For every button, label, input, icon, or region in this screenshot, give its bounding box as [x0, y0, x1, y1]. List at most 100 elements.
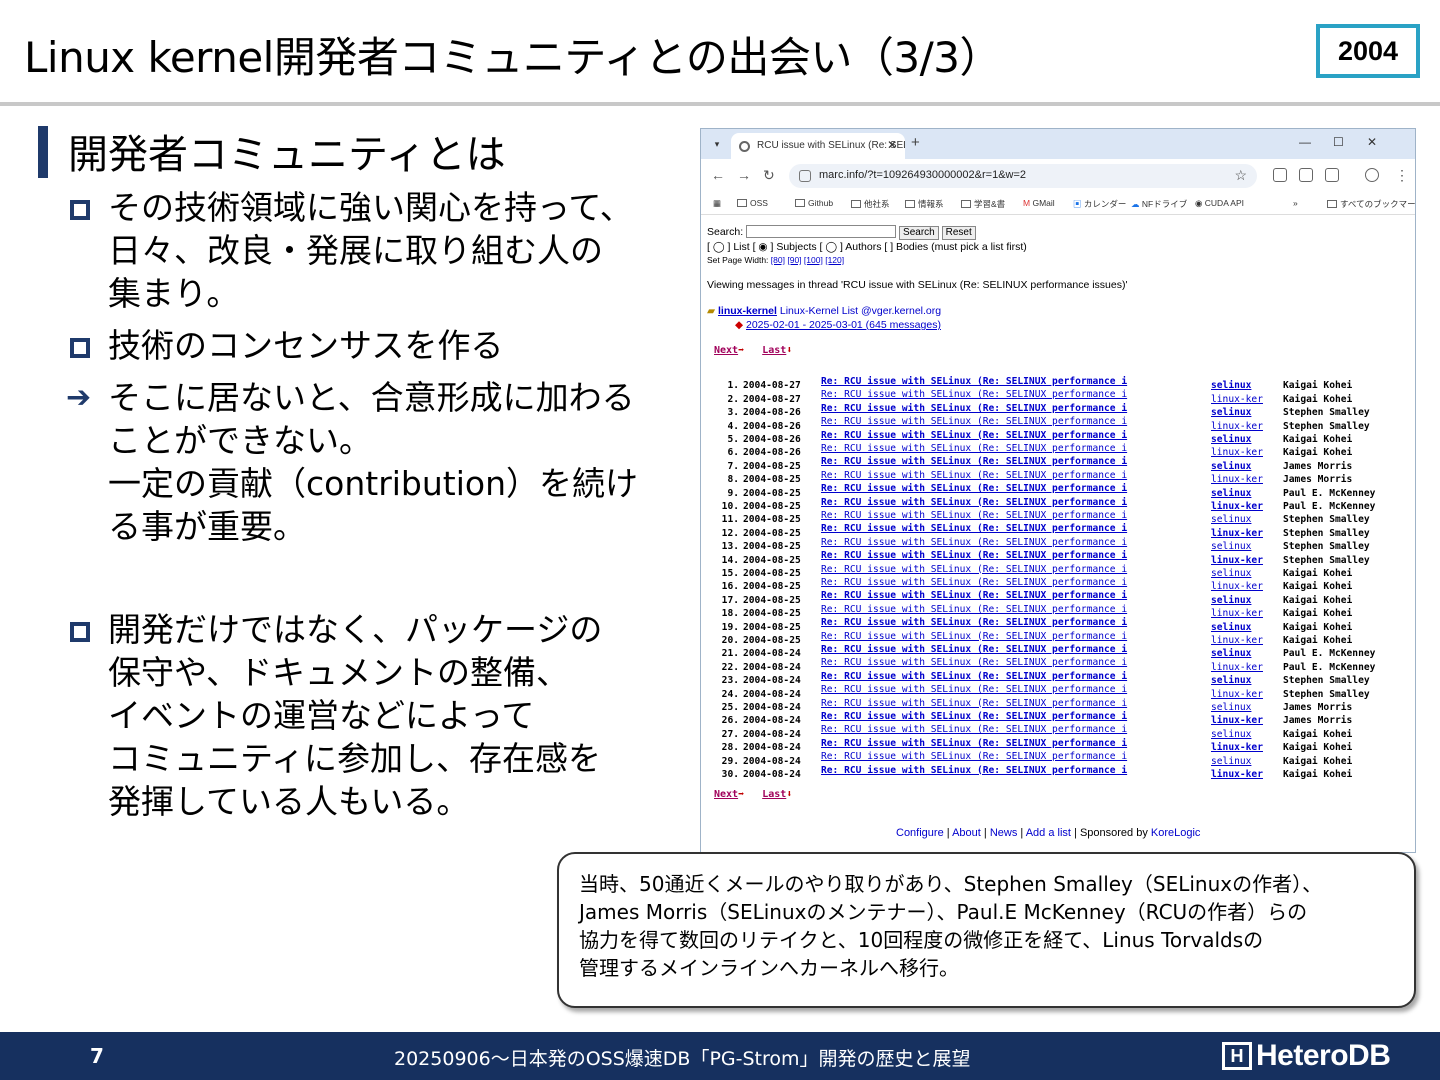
bullet-1: その技術領域に強い関心を持って、 日々、改良・発展に取り組む人の 集まり。 [108, 186, 633, 315]
title-divider [0, 102, 1440, 106]
bookmark-folder-3[interactable]: 他社系 [851, 198, 890, 210]
message-subject-link[interactable]: Re: RCU issue with SELinux (Re: SELINUX … [821, 723, 1211, 736]
reset-button[interactable]: Reset [941, 226, 976, 240]
bullet-3-line-1: そこに居ないと、合意形成に加わる [108, 378, 635, 417]
message-row: 25. 2004-08-24 Re: RCU issue with SELinux … [715, 697, 1403, 713]
message-subject-link[interactable]: Re: RCU issue with SELinux (Re: SELINUX … [821, 750, 1211, 763]
add-list-link[interactable]: Add a list [1026, 827, 1071, 839]
footer-title: 20250906～日本発のOSS爆速DB「PG-Strom」開発の歴史と展望 [394, 1048, 971, 1070]
message-subject-link[interactable]: Re: RCU issue with SELinux (Re: SELINUX … [821, 429, 1211, 442]
message-subject-link[interactable]: Re: RCU issue with SELinux (Re: SELINUX … [821, 630, 1211, 643]
browser-tab[interactable]: RCU issue with SELinux (Re: SELIN ✕ [731, 133, 905, 159]
bookmark-github[interactable]: Github [795, 198, 833, 208]
message-row: 22. 2004-08-24 Re: RCU issue with SELinux … [715, 656, 1403, 672]
list-name-link[interactable]: linux-kernel [718, 305, 777, 317]
next-link[interactable]: Next [714, 345, 738, 356]
message-subject-link[interactable]: Re: RCU issue with SELinux (Re: SELINUX … [821, 764, 1211, 777]
menu-kebab-icon[interactable]: ⋮ [1395, 167, 1409, 184]
message-subject-link[interactable]: Re: RCU issue with SELinux (Re: SELINUX … [821, 442, 1211, 455]
message-number: 30. [721, 769, 739, 780]
extension-icon[interactable] [1299, 168, 1313, 182]
configure-link[interactable]: Configure [896, 827, 944, 839]
message-subject-link[interactable]: Re: RCU issue with SELinux (Re: SELINUX … [821, 469, 1211, 482]
page-width-row: Set Page Width: [80] [90] [100] [120] [707, 255, 844, 265]
message-subject-link[interactable]: Re: RCU issue with SELinux (Re: SELINUX … [821, 737, 1211, 750]
bookmark-gmail[interactable]: M GMail [1023, 198, 1055, 208]
bookmark-star-icon[interactable]: ☆ [1234, 167, 1247, 184]
width-90-link[interactable]: [90] [787, 255, 801, 265]
callout-line-1: 当時、50通近くメールのやり取りがあり、Stephen Smalley（SELi… [579, 872, 1323, 896]
message-subject-link[interactable]: Re: RCU issue with SELinux (Re: SELINUX … [821, 710, 1211, 723]
all-bookmarks[interactable]: すべてのブックマーク [1327, 198, 1415, 210]
message-row: 10. 2004-08-25 Re: RCU issue with SELinux … [715, 496, 1403, 512]
width-100-link[interactable]: [100] [804, 255, 823, 265]
bookmark-cuda-api[interactable]: ◉ CUDA API [1195, 198, 1244, 209]
bookmark-calendar[interactable]: ▣ カレンダー [1073, 198, 1126, 210]
message-subject-link[interactable]: Re: RCU issue with SELinux (Re: SELINUX … [821, 670, 1211, 683]
maximize-button[interactable]: ☐ [1333, 135, 1344, 149]
next-link[interactable]: Next [714, 789, 738, 800]
message-subject-link[interactable]: Re: RCU issue with SELinux (Re: SELINUX … [821, 563, 1211, 576]
message-subject-link[interactable]: Re: RCU issue with SELinux (Re: SELINUX … [821, 375, 1211, 388]
close-icon[interactable]: ✕ [887, 138, 897, 152]
last-arrow-icon: ⬇ [786, 345, 793, 356]
apps-grid-icon[interactable]: ▦ [713, 198, 721, 209]
search-options[interactable]: [ ◯ ] List [ ◉ ] Subjects [ ◯ ] Authors … [707, 241, 1027, 253]
profile-avatar-icon[interactable] [1365, 168, 1379, 182]
puzzle-icon[interactable] [1325, 168, 1339, 182]
bookmark-folder-5[interactable]: 学習&書 [961, 198, 1005, 210]
list-desc-link[interactable]: Linux-Kernel List @vger.kernel.org [780, 305, 941, 317]
message-subject-link[interactable]: Re: RCU issue with SELinux (Re: SELINUX … [821, 549, 1211, 562]
message-row: 2. 2004-08-27 Re: RCU issue with SELinux (… [715, 388, 1403, 404]
width-80-link[interactable]: [80] [771, 255, 785, 265]
next-arrow-icon: ➡ [738, 345, 745, 356]
new-tab-button[interactable]: + [911, 134, 920, 151]
about-link[interactable]: About [952, 827, 981, 839]
date-range-link[interactable]: 2025-02-01 - 2025-03-01 (645 messages) [746, 319, 941, 331]
message-subject-link[interactable]: Re: RCU issue with SELinux (Re: SELINUX … [821, 603, 1211, 616]
site-info-icon[interactable] [799, 170, 811, 182]
message-subject-link[interactable]: Re: RCU issue with SELinux (Re: SELINUX … [821, 616, 1211, 629]
search-input[interactable] [746, 225, 897, 238]
width-120-link[interactable]: [120] [825, 255, 844, 265]
message-subject-link[interactable]: Re: RCU issue with SELinux (Re: SELINUX … [821, 683, 1211, 696]
message-subject-link[interactable]: Re: RCU issue with SELinux (Re: SELINUX … [821, 576, 1211, 589]
message-subject-link[interactable]: Re: RCU issue with SELinux (Re: SELINUX … [821, 697, 1211, 710]
last-link[interactable]: Last [762, 345, 786, 356]
message-subject-link[interactable]: Re: RCU issue with SELinux (Re: SELINUX … [821, 388, 1211, 401]
message-subject-link[interactable]: Re: RCU issue with SELinux (Re: SELINUX … [821, 402, 1211, 415]
message-subject-link[interactable]: Re: RCU issue with SELinux (Re: SELINUX … [821, 536, 1211, 549]
message-subject-link[interactable]: Re: RCU issue with SELinux (Re: SELINUX … [821, 455, 1211, 468]
forward-arrow-icon[interactable]: → [737, 167, 751, 183]
news-link[interactable]: News [990, 827, 1018, 839]
bookmark-nfdrive[interactable]: ☁ NFドライブ [1131, 198, 1187, 210]
message-subject-link[interactable]: Re: RCU issue with SELinux (Re: SELINUX … [821, 415, 1211, 428]
bullet-4-line-5: 発揮している人もいる。 [108, 782, 470, 821]
slide-title: Linux kernel開発者コミュニティとの出会い（3/3） [24, 33, 1002, 82]
reload-icon[interactable]: ↻ [763, 167, 775, 184]
address-bar[interactable]: marc.info/?t=109264930000002&r=1&w=2 ☆ [789, 164, 1257, 188]
message-subject-link[interactable]: Re: RCU issue with SELinux (Re: SELINUX … [821, 643, 1211, 656]
message-subject-link[interactable]: Re: RCU issue with SELinux (Re: SELINUX … [821, 509, 1211, 522]
bullet-1-line-3: 集まり。 [108, 274, 240, 313]
message-subject-link[interactable]: Re: RCU issue with SELinux (Re: SELINUX … [821, 496, 1211, 509]
message-subject-link[interactable]: Re: RCU issue with SELinux (Re: SELINUX … [821, 482, 1211, 495]
message-row: 26. 2004-08-24 Re: RCU issue with SELinux … [715, 710, 1403, 726]
back-arrow-icon[interactable]: ← [711, 167, 725, 183]
minimize-button[interactable]: — [1299, 135, 1311, 149]
bookmark-oss[interactable]: OSS [737, 198, 768, 208]
pager-top: Next➡ Last⬇ [714, 345, 792, 356]
sponsor-link[interactable]: KoreLogic [1151, 827, 1201, 839]
message-subject-link[interactable]: Re: RCU issue with SELinux (Re: SELINUX … [821, 522, 1211, 535]
search-button[interactable]: Search [899, 226, 939, 240]
message-subject-link[interactable]: Re: RCU issue with SELinux (Re: SELINUX … [821, 656, 1211, 669]
message-list-link[interactable]: linux-ker [1211, 768, 1283, 781]
close-window-button[interactable]: ✕ [1367, 135, 1377, 149]
message-subject-link[interactable]: Re: RCU issue with SELinux (Re: SELINUX … [821, 589, 1211, 602]
more-bookmarks-icon[interactable]: » [1293, 198, 1298, 208]
message-row: 16. 2004-08-25 Re: RCU issue with SELinux … [715, 576, 1403, 592]
last-link[interactable]: Last [762, 789, 786, 800]
bookmark-folder-4[interactable]: 情報系 [905, 198, 944, 210]
extension-icon[interactable] [1273, 168, 1287, 182]
tab-search-icon[interactable]: ▾ [709, 136, 725, 152]
